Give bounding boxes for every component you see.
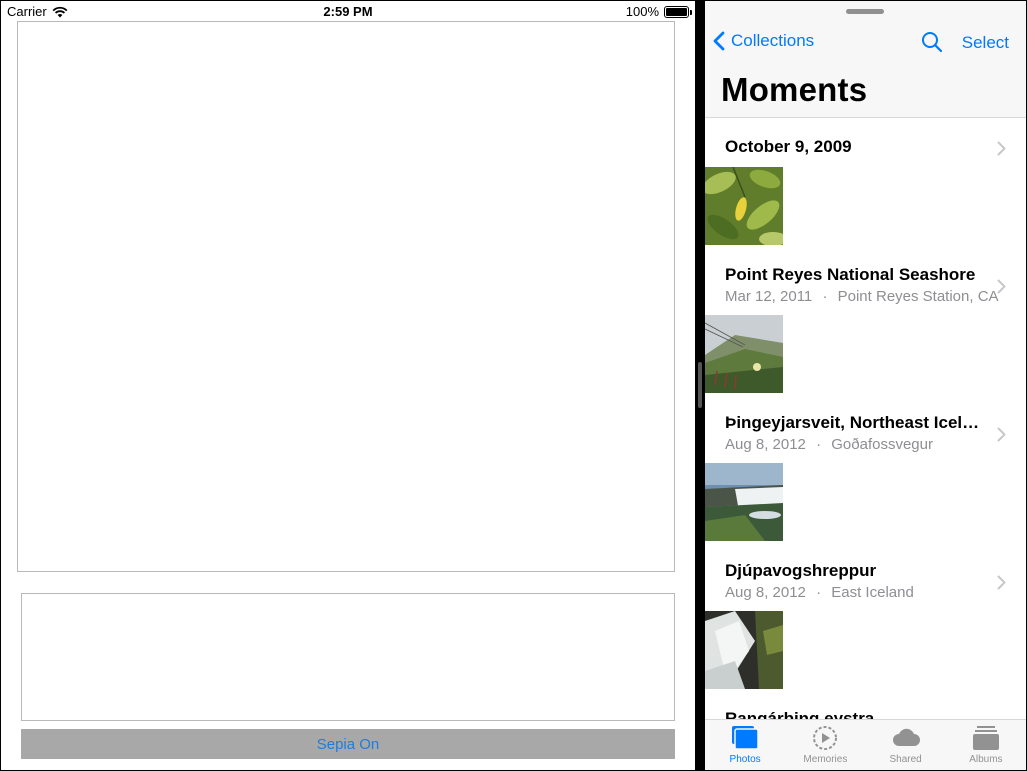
moment-date: Aug 8, 2012 <box>725 436 806 453</box>
chevron-right-icon[interactable] <box>997 141 1006 156</box>
chevron-right-icon[interactable] <box>997 279 1006 294</box>
memories-icon <box>813 726 838 750</box>
cascade-photo <box>705 611 783 689</box>
text-view[interactable] <box>21 593 675 721</box>
photos-icon <box>732 726 759 750</box>
moment-date: Mar 12, 2011 <box>725 288 813 305</box>
moment-section: Point Reyes National Seashore Mar 12, 20… <box>705 247 1026 395</box>
waterfall-photo <box>705 463 783 541</box>
photo-thumbnail[interactable] <box>705 167 783 245</box>
moment-location: Goðafossvegur <box>831 436 933 453</box>
tab-memories[interactable]: Memories <box>785 720 865 770</box>
tab-label: Memories <box>803 754 848 765</box>
navigation-bar: Collections Select Moments <box>705 1 1026 118</box>
moment-header[interactable]: Þingeyjarsveit, Northeast Icel… <box>725 413 985 433</box>
moment-location: East Iceland <box>831 584 914 601</box>
moment-section: Þingeyjarsveit, Northeast Icel… Aug 8, 2… <box>705 395 1026 543</box>
moment-subtitle: Mar 12, 2011 · Point Reyes Station, CA <box>725 288 999 305</box>
select-button[interactable]: Select <box>962 33 1009 53</box>
albums-icon <box>972 726 999 750</box>
photo-thumbnail[interactable] <box>705 315 783 393</box>
image-view[interactable] <box>17 21 675 572</box>
tab-photos[interactable]: Photos <box>705 720 785 770</box>
tab-bar: Photos Memories Shared Albums <box>705 719 1026 770</box>
moment-header[interactable]: Point Reyes National Seashore <box>725 265 985 285</box>
moment-section: Djúpavogshreppur Aug 8, 2012 · East Icel… <box>705 543 1026 691</box>
moment-subtitle: Aug 8, 2012 · Goðafossvegur <box>725 436 933 453</box>
tab-label: Shared <box>889 754 922 765</box>
moment-header[interactable]: October 9, 2009 <box>725 137 985 157</box>
moment-section: Rangárþing eystra <box>705 691 1026 719</box>
tab-shared[interactable]: Shared <box>866 720 946 770</box>
lemon-tree-photo <box>705 167 783 245</box>
moment-header[interactable]: Djúpavogshreppur <box>725 561 985 581</box>
separator-dot: · <box>822 288 828 305</box>
search-icon[interactable] <box>921 31 943 53</box>
separator-dot: · <box>816 584 822 601</box>
tab-albums[interactable]: Albums <box>946 720 1026 770</box>
back-label: Collections <box>731 31 815 50</box>
slide-over-grabber[interactable] <box>846 9 884 14</box>
moment-section: October 9, 2009 <box>705 119 1026 247</box>
sepia-toggle-button[interactable]: Sepia On <box>21 729 675 759</box>
hillside-photo <box>705 315 783 393</box>
status-time: 2:59 PM <box>323 4 373 19</box>
tab-label: Albums <box>969 754 1003 765</box>
tab-label: Photos <box>729 754 761 765</box>
battery-percent: 100% <box>625 4 659 19</box>
battery-icon <box>664 5 692 18</box>
cloud-icon <box>892 728 920 746</box>
moment-location: Point Reyes Station, CA <box>837 288 999 305</box>
photo-thumbnail[interactable] <box>705 611 783 689</box>
collections-back-button[interactable]: Collections <box>713 31 814 51</box>
left-app: Carrier 2:59 PM 100% Sepia On <box>1 1 695 770</box>
divider-handle[interactable] <box>698 362 702 408</box>
chevron-right-icon[interactable] <box>997 575 1006 590</box>
moment-date: Aug 8, 2012 <box>725 584 806 601</box>
moment-subtitle: Aug 8, 2012 · East Iceland <box>725 584 914 601</box>
page-title: Moments <box>721 71 868 108</box>
separator-dot: · <box>816 436 822 453</box>
chevron-right-icon[interactable] <box>997 427 1006 442</box>
photo-thumbnail[interactable] <box>705 463 783 541</box>
photos-app: Collections Select Moments October 9, 20… <box>705 1 1026 770</box>
chevron-left-icon <box>713 31 725 51</box>
split-view-divider[interactable] <box>695 0 705 771</box>
moments-list[interactable]: October 9, 2009 Point Reyes National Sea… <box>705 119 1026 719</box>
moment-header[interactable]: Rangárþing eystra <box>725 709 985 719</box>
status-bar: Carrier 2:59 PM 100% <box>1 1 695 21</box>
